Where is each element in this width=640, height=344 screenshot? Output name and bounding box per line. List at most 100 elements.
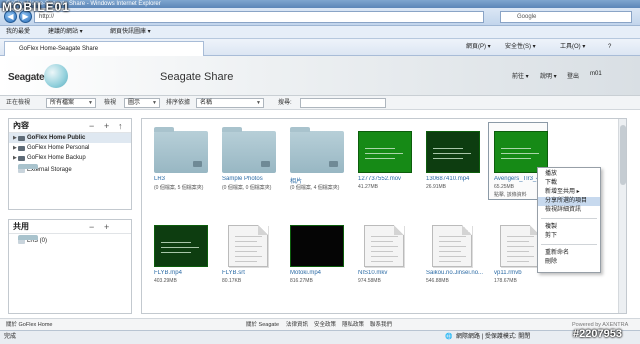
context-menu-item[interactable]: 重新命名 (538, 249, 600, 258)
address-bar[interactable]: http:// (34, 11, 484, 23)
context-menu-item[interactable]: 新增至共用 ▸ (538, 188, 600, 197)
context-menu-item[interactable]: 剪下 (538, 232, 600, 241)
type-select[interactable]: 圖示 ▼ (124, 98, 160, 108)
app-header: Seagate Seagate Share 前往 ▾ 說明 ▾ 登出 m01 (0, 56, 640, 96)
document-thumbnail (228, 225, 268, 267)
text-line-decoration (507, 236, 534, 237)
tree-item-label: GoFlex Home Personal (27, 145, 90, 151)
file-size: 546.88MB (426, 278, 449, 284)
plus-icon[interactable]: + (104, 220, 109, 234)
caption-line-decoration (365, 153, 403, 154)
menu-separator (541, 218, 597, 219)
status-text: 完成 (4, 334, 17, 340)
file-item[interactable]: NIS10.mkv 974.58MB (354, 217, 416, 295)
tree-item-backup[interactable]: ▶ GoFlex Home Backup (9, 153, 131, 163)
text-line-decoration (371, 241, 393, 242)
document-thumbnail (364, 225, 404, 267)
text-line-decoration (371, 236, 398, 237)
file-item[interactable]: Motoki.mp4 816.27MB (286, 217, 348, 295)
goto-menu[interactable]: 前往 ▾ (512, 71, 529, 80)
file-size: 974.58MB (358, 278, 381, 284)
tree-item-personal[interactable]: ▶ GoFlex Home Personal (9, 143, 131, 153)
text-line-decoration (507, 256, 534, 257)
content-panel: 內容 − + ↑ ▶ GoFlex Home Public ▶ GoFlex Hom… (8, 118, 132, 210)
help-link[interactable]: 說明 ▾ (540, 71, 557, 80)
file-item[interactable]: 相片 (0 個檔案, 4 個檔案夾) (286, 123, 348, 201)
file-item[interactable]: FLYB.srt 80.17KB (218, 217, 280, 295)
text-line-decoration (371, 251, 393, 252)
grid-scrollbar[interactable] (618, 119, 626, 313)
view-select[interactable]: 所有檔案 ▼ (46, 98, 96, 108)
text-line-decoration (439, 261, 461, 262)
page-menu[interactable]: 網頁(P) ▾ (466, 43, 491, 52)
help-menu[interactable]: ? (608, 43, 611, 52)
context-menu-item[interactable]: 刪除 (538, 258, 600, 267)
address-row: ◀ ▶ http:// Google (0, 8, 640, 26)
sidebar: 內容 − + ↑ ▶ GoFlex Home Public ▶ GoFlex Hom… (8, 118, 132, 314)
sort-select[interactable]: 名稱 ▼ (196, 98, 264, 108)
tree-item-label: GoFlex Home Public (27, 135, 86, 141)
text-line-decoration (439, 251, 461, 252)
favorites-button[interactable]: 我的最愛 (6, 26, 30, 39)
file-item[interactable]: Saikou.no.Jinsei.no... 546.88MB (422, 217, 484, 295)
tree-item-external[interactable]: External Storage (9, 164, 131, 175)
sort-select-value: 名稱 (200, 100, 213, 106)
tools-menu[interactable]: 工具(O) ▾ (560, 43, 585, 52)
video-thumbnail (290, 225, 344, 267)
upload-arrow-icon[interactable]: ↑ (118, 119, 123, 133)
tree-item-public[interactable]: ▶ GoFlex Home Public (9, 133, 131, 143)
app-title: Seagate Share (160, 71, 234, 83)
expand-icon[interactable]: ▶ (13, 153, 17, 163)
favorite-link-2[interactable]: 網頁快訊圖庫 ▾ (110, 26, 151, 39)
caption-line-decoration (161, 247, 199, 248)
context-menu-item[interactable]: 下載 (538, 179, 600, 188)
shared-item-lr3[interactable]: LR3 (0) (9, 235, 131, 246)
file-name[interactable]: FLYB.mp4 (154, 270, 216, 276)
plus-icon[interactable]: + (104, 119, 109, 133)
file-name[interactable]: Saikou.no.Jinsei.no... (426, 270, 488, 276)
file-name[interactable]: Motoki.mp4 (290, 270, 352, 276)
text-line-decoration (439, 241, 461, 242)
file-name[interactable]: NIS10.mkv (358, 270, 420, 276)
context-menu-item[interactable]: 檢視詳細資訊 (538, 206, 600, 215)
file-name[interactable]: Sample Photos (222, 176, 284, 182)
expand-icon[interactable]: ▶ (13, 143, 17, 153)
file-name[interactable]: FLYB.srt (222, 270, 284, 276)
safety-menu[interactable]: 安全性(S) ▾ (505, 43, 536, 52)
drive-icon (18, 136, 25, 141)
logout-link[interactable]: 登出 (567, 71, 579, 80)
file-name[interactable]: 130687410.mp4 (426, 176, 488, 182)
scrollbar-thumb[interactable] (620, 125, 626, 185)
favorite-link-1[interactable]: 建議的網站 ▾ (48, 26, 83, 39)
search-box[interactable]: Google (500, 11, 632, 23)
tab-title: GoFlex Home-Seagate Share (19, 46, 99, 52)
caption-line-decoration (161, 242, 191, 243)
file-size: (0 個檔案, 4 個檔案夾) (290, 185, 340, 191)
file-item[interactable]: LR3 (0 個檔案, 5 個檔案夾) (150, 123, 212, 201)
file-item[interactable]: FLYB.mp4 403.29MB (150, 217, 212, 295)
file-item[interactable]: 130687410.mp4 26.91MB (422, 123, 484, 201)
file-item[interactable]: 127737552.mov 41.27MB (354, 123, 416, 201)
minus-icon[interactable]: − (89, 220, 94, 234)
chevron-down-icon: ▼ (88, 100, 93, 106)
minus-icon[interactable]: − (89, 119, 94, 133)
context-menu-item[interactable]: 複製 (538, 223, 600, 232)
tab-goflex[interactable]: GoFlex Home-Seagate Share (4, 41, 204, 56)
file-name[interactable]: 127737552.mov (358, 176, 420, 182)
favorites-bar: 我的最愛 建議的網站 ▾ 網頁快訊圖庫 ▾ (0, 26, 640, 39)
file-item[interactable]: Sample Photos (0 個檔案, 0 個檔案夾) (218, 123, 280, 201)
caption-line-decoration (161, 252, 191, 253)
text-line-decoration (235, 261, 257, 262)
caption-line-decoration (365, 158, 395, 159)
user-name: m01 (590, 71, 602, 77)
text-line-decoration (235, 236, 262, 237)
document-thumbnail (500, 225, 540, 267)
context-menu-item[interactable]: 分享所選的項目 (538, 197, 600, 206)
file-name[interactable]: LR3 (154, 176, 216, 182)
view-label: 正在檢視 (6, 100, 31, 106)
document-thumbnail (432, 225, 472, 267)
expand-icon[interactable]: ▶ (13, 133, 17, 143)
context-menu-item[interactable]: 播放 (538, 170, 600, 179)
video-thumbnail (358, 131, 412, 173)
file-search-input[interactable] (300, 98, 386, 108)
